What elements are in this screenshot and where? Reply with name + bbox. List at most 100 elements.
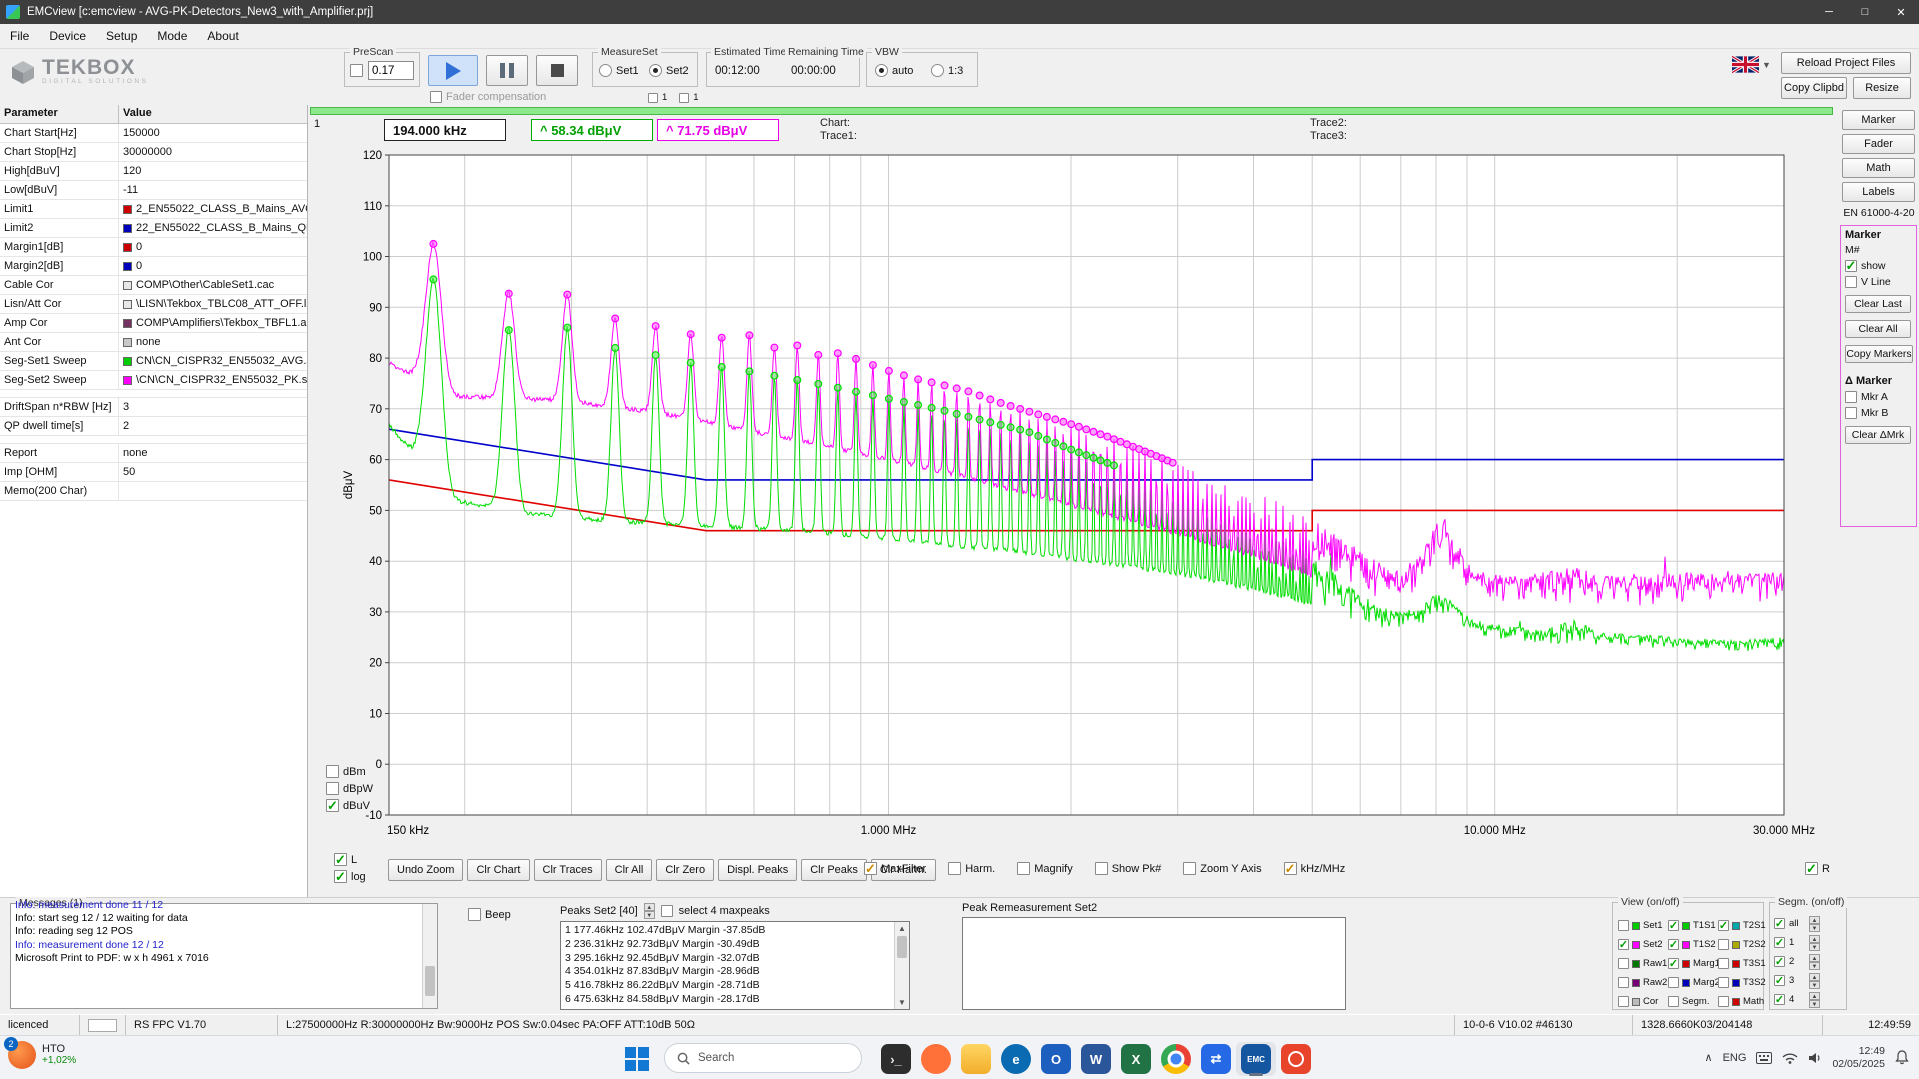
param-row-ant-cor[interactable]: Ant Cornone [0, 333, 307, 352]
mkr-b-checkbox[interactable] [1845, 407, 1857, 419]
keyboard-icon[interactable] [1756, 1052, 1772, 1064]
chrome-icon[interactable] [1156, 1042, 1196, 1076]
zoom-y-axis-checkbox[interactable] [1183, 862, 1196, 875]
dbuv-checkbox[interactable]: ✓ [326, 799, 339, 812]
teamviewer-icon[interactable]: ⇄ [1196, 1042, 1236, 1076]
param-row-high-dbuv[interactable]: High[dBuV]120 [0, 162, 307, 181]
vbw-auto-radio[interactable] [875, 64, 888, 77]
vbw-ratio-radio[interactable] [931, 64, 944, 77]
segm-2-checkbox[interactable]: ✓ [1774, 956, 1785, 967]
minimize-icon[interactable]: ─ [1811, 0, 1847, 24]
peaks-list[interactable]: 1 177.46kHz 102.47dBμV Margin -37.85dB2 … [560, 921, 910, 1010]
param-row-seg-set2-sweep[interactable]: Seg-Set2 Sweep\CN\CN_CISPR32_EN55032_PK.… [0, 371, 307, 390]
spin-down-icon[interactable]: ▼ [644, 911, 655, 919]
peak-list-item[interactable]: 6 475.63kHz 84.58dBμV Margin -28.17dB [565, 993, 905, 1007]
magnify-checkbox[interactable] [1017, 862, 1030, 875]
raw2-checkbox[interactable] [1618, 977, 1629, 988]
peaks-scroll-thumb[interactable] [897, 936, 907, 958]
t2s1-checkbox[interactable]: ✓ [1718, 920, 1729, 931]
segm-all-checkbox[interactable]: ✓ [1774, 918, 1785, 929]
t1s2-checkbox[interactable]: ✓ [1668, 939, 1679, 950]
segm-4-checkbox[interactable]: ✓ [1774, 994, 1785, 1005]
prescan-checkbox[interactable] [350, 64, 363, 77]
menu-about[interactable]: About [197, 29, 248, 43]
param-row-limit1[interactable]: Limit12_EN55022_CLASS_B_Mains_AVG.lim [0, 200, 307, 219]
peak-list-item[interactable]: 2 236.31kHz 92.73dBμV Margin -30.49dB [565, 938, 905, 952]
set2-radio[interactable] [649, 64, 662, 77]
peaks-scrollbar[interactable]: ▲ ▼ [894, 922, 909, 1009]
peak-list-item[interactable]: 1 177.46kHz 102.47dBμV Margin -37.85dB [565, 924, 905, 938]
param-row-qp-dwell-time-s[interactable]: QP dwell time[s]2 [0, 417, 307, 436]
peak-list-item[interactable]: 3 295.16kHz 92.45dBμV Margin -32.07dB [565, 952, 905, 966]
clr-all-button[interactable]: Clr All [606, 859, 653, 881]
dbpw-checkbox[interactable] [326, 782, 339, 795]
spinner[interactable]: ▲▼ [1809, 992, 1820, 1008]
fader-panel-button[interactable]: Fader [1842, 134, 1915, 154]
math-checkbox[interactable] [1718, 996, 1729, 1007]
fader-compensation-checkbox[interactable] [430, 91, 442, 103]
vbw-auto-row[interactable]: auto [875, 64, 913, 77]
param-row-seg-set1-sweep[interactable]: Seg-Set1 SweepCN\CN_CISPR32_EN55032_AVG.… [0, 352, 307, 371]
vbw-ratio-row[interactable]: 1:3 [931, 64, 963, 77]
tray-chevron-icon[interactable]: ∧ [1705, 1051, 1713, 1064]
dbm-checkbox[interactable] [326, 765, 339, 778]
peak-list-item[interactable]: 4 354.01kHz 87.83dBμV Margin -28.96dB [565, 965, 905, 979]
segm-3-checkbox[interactable]: ✓ [1774, 975, 1785, 986]
set1-checkbox[interactable] [1618, 920, 1629, 931]
set2-radio-row[interactable]: Set2 [649, 64, 689, 77]
peak-remeasurement-list[interactable] [962, 917, 1346, 1010]
marg1-checkbox[interactable]: ✓ [1668, 958, 1679, 969]
param-row-chart-stop-hz[interactable]: Chart Stop[Hz]30000000 [0, 143, 307, 162]
scroll-down-icon[interactable]: ▼ [895, 998, 909, 1007]
clear-last-button[interactable]: Clear Last [1845, 295, 1911, 313]
menu-device[interactable]: Device [39, 29, 96, 43]
volume-icon[interactable] [1808, 1052, 1822, 1064]
param-row-limit2[interactable]: Limit222_EN55022_CLASS_B_Mains_QP.lim [0, 219, 307, 238]
maximize-icon[interactable]: □ [1847, 0, 1883, 24]
messages-scrollbar[interactable] [422, 904, 437, 1008]
taskbar-search[interactable]: Search [664, 1043, 862, 1073]
spinner[interactable]: ▲▼ [1809, 973, 1820, 989]
param-row-lisn-att-cor[interactable]: Lisn/Att Cor\LISN\Tekbox_TBLC08_ATT_OFF.… [0, 295, 307, 314]
menu-setup[interactable]: Setup [96, 29, 147, 43]
param-row-imp-ohm[interactable]: Imp [OHM]50 [0, 463, 307, 482]
marg2-checkbox[interactable] [1668, 977, 1679, 988]
language-selector[interactable]: ▼ [1732, 56, 1771, 73]
notification-bell-icon[interactable] [1895, 1050, 1909, 1065]
clr-chart-button[interactable]: Clr Chart [467, 859, 529, 881]
param-row-memo-200-char[interactable]: Memo(200 Char) [0, 482, 307, 501]
resize-button[interactable]: Resize [1853, 77, 1911, 99]
emcview-icon[interactable]: EMC [1236, 1042, 1276, 1076]
pause-button[interactable] [486, 55, 528, 86]
maxfilter-checkbox[interactable]: ✓ [864, 862, 877, 875]
set1-radio[interactable] [599, 64, 612, 77]
math-panel-button[interactable]: Math [1842, 158, 1915, 178]
messages-scroll-thumb[interactable] [425, 966, 435, 996]
start-button[interactable] [622, 1044, 652, 1074]
word-icon[interactable]: W [1076, 1042, 1116, 1076]
file-explorer-icon[interactable] [956, 1042, 996, 1076]
spin-up-icon[interactable]: ▲ [644, 903, 655, 911]
app-icon-red[interactable] [1276, 1042, 1316, 1076]
spin-up-icon[interactable]: ▲ [1809, 935, 1820, 943]
peaks-spinner[interactable]: ▲▼ [644, 903, 655, 919]
t2s2-checkbox[interactable] [1718, 939, 1729, 950]
spinner[interactable]: ▲▼ [1809, 916, 1820, 932]
excel-icon[interactable]: X [1116, 1042, 1156, 1076]
segm-checkbox[interactable] [1668, 996, 1679, 1007]
param-row-chart-start-hz[interactable]: Chart Start[Hz]150000 [0, 124, 307, 143]
firefox-icon[interactable] [916, 1042, 956, 1076]
wifi-icon[interactable] [1782, 1052, 1798, 1064]
beep-checkbox[interactable] [468, 908, 481, 921]
spin-down-icon[interactable]: ▼ [1809, 981, 1820, 989]
close-icon[interactable]: ✕ [1883, 0, 1919, 24]
spin-down-icon[interactable]: ▼ [1809, 924, 1820, 932]
show-pk-checkbox[interactable] [1095, 862, 1108, 875]
spin-down-icon[interactable]: ▼ [1809, 943, 1820, 951]
spin-up-icon[interactable]: ▲ [1809, 916, 1820, 924]
param-row-amp-cor[interactable]: Amp CorCOMP\Amplifiers\Tekbox_TBFL1.amp [0, 314, 307, 333]
param-row-margin1-db[interactable]: Margin1[dB]0 [0, 238, 307, 257]
clr-peaks-button[interactable]: Clr Peaks [801, 859, 867, 881]
t1s1-checkbox[interactable]: ✓ [1668, 920, 1679, 931]
menu-file[interactable]: File [0, 29, 39, 43]
